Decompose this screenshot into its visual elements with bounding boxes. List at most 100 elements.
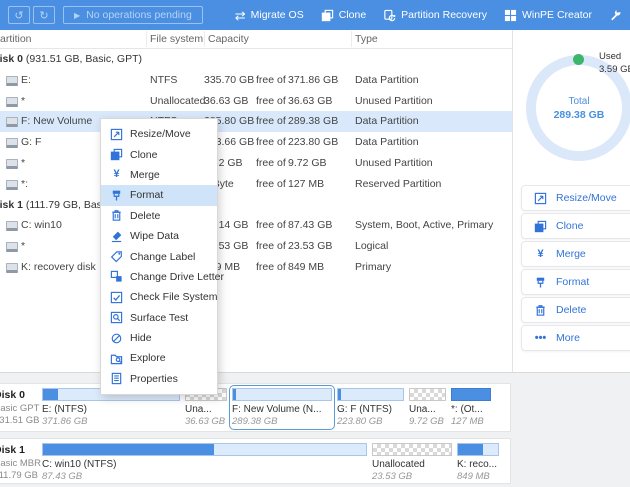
- disk-group-header[interactable]: Disk 0 (931.51 GB, Basic, GPT): [0, 49, 512, 70]
- menu-item-format[interactable]: Format: [101, 185, 217, 206]
- panel-button-merge[interactable]: ¥ Merge: [521, 241, 630, 267]
- capacity-total: 849 MB: [288, 260, 325, 273]
- panel-button-more[interactable]: ••• More: [521, 325, 630, 351]
- merge-icon: ¥: [537, 247, 544, 260]
- menu-item-label: Format: [130, 189, 164, 202]
- winpe-creator-label: WinPE Creator: [521, 9, 592, 21]
- context-menu: Resize/Move Clone ¥ Merge Format Delete Wipe D…: [100, 118, 224, 396]
- undo-button[interactable]: ↺: [8, 6, 30, 24]
- panel-button-format[interactable]: Format: [521, 269, 630, 295]
- menu-item-hide[interactable]: Hide: [101, 328, 217, 348]
- partition-bar: [457, 443, 499, 456]
- panel-button-label: Clone: [556, 220, 584, 232]
- partition-file-system: Unallocated: [150, 94, 206, 107]
- disk-map-partition[interactable]: G: F (NTFS) 223.80 GB: [337, 388, 404, 427]
- disk-map-partition[interactable]: Una... 9.72 GB: [409, 388, 446, 427]
- partition-bar: [409, 388, 446, 401]
- partition-map-label: Una...: [185, 404, 212, 415]
- panel-button-delete[interactable]: Delete: [521, 297, 630, 323]
- capacity-total: 36.63 GB: [288, 94, 333, 107]
- capacity-total: 371.86 GB: [288, 73, 339, 86]
- winpe-creator-icon: [504, 9, 517, 22]
- menu-item-label: Change Drive Letter: [130, 270, 224, 283]
- disk-group-label: Disk 0 (931.51 GB, Basic, GPT): [0, 53, 142, 65]
- capacity-free-of: free of: [256, 94, 286, 107]
- surface-test-icon: [110, 311, 123, 324]
- disk0-bus: Basic GPT: [0, 402, 40, 414]
- menu-item-change-drive-letter[interactable]: Change Drive Letter: [101, 267, 224, 287]
- disk1-size: 111.79 GB: [0, 469, 39, 481]
- partition-recovery-label: Partition Recovery: [401, 9, 487, 21]
- partition-table: Partition File system Capacity Type Disk…: [0, 30, 512, 372]
- capacity-free: 335.70 GB: [204, 73, 255, 86]
- partition-recovery-button[interactable]: Partition Recovery: [383, 9, 487, 22]
- menu-item-properties[interactable]: Properties: [101, 369, 217, 389]
- disk-map-partition[interactable]: *: (Ot... 127 MB: [451, 388, 491, 427]
- menu-item-delete[interactable]: Delete: [101, 206, 217, 226]
- menu-item-surface-test[interactable]: Surface Test: [101, 308, 217, 328]
- menu-item-merge[interactable]: ¥ Merge: [101, 165, 217, 185]
- partition-bar: [451, 388, 491, 401]
- partition-name: *: [21, 94, 26, 107]
- panel-button-resize-move[interactable]: Resize/Move: [521, 185, 630, 211]
- disk-map-partition[interactable]: F: New Volume (N... 289.38 GB: [229, 385, 335, 430]
- capacity-free-of: free of: [256, 73, 286, 86]
- partition-type: System, Boot, Active, Primary: [355, 219, 494, 232]
- drive-icon: [6, 179, 18, 190]
- partition-row[interactable]: *:Other0 Bytefree of127 MBReserved Parti…: [0, 174, 512, 195]
- migrate-os-button[interactable]: ⇄ Migrate OS: [235, 9, 304, 22]
- menu-item-wipe-data[interactable]: Wipe Data: [101, 226, 217, 246]
- disk-map-partition[interactable]: C: win10 (NTFS) 87.43 GB: [42, 443, 367, 482]
- partition-row[interactable]: *Unallocated9.72 GBfree of9.72 GBUnused …: [0, 153, 512, 174]
- format-icon: [534, 276, 547, 289]
- migrate-os-icon: ⇄: [234, 7, 246, 23]
- panel-button-label: Format: [556, 276, 590, 288]
- partition-recovery-icon: [383, 9, 396, 22]
- disk0-card: Disk 0 Basic GPT 931.51 GB E: (NTFS)371.…: [0, 383, 511, 432]
- menu-item-resize-move[interactable]: Resize/Move: [101, 124, 217, 144]
- pending-operations-button[interactable]: ▶ No operations pending: [63, 6, 203, 24]
- clone-label: Clone: [338, 9, 367, 21]
- menu-item-check-file-system[interactable]: Check File System: [101, 287, 218, 307]
- panel-button-clone[interactable]: Clone: [521, 213, 630, 239]
- redo-button[interactable]: ↻: [33, 6, 55, 24]
- partition-row[interactable]: C: win10NTFS40.14 GBfree of87.43 GBSyste…: [0, 215, 512, 236]
- migrate-os-label: Migrate OS: [250, 9, 304, 21]
- partition-type: Data Partition: [355, 73, 419, 86]
- drive-icon: [6, 262, 18, 273]
- drive-icon: [6, 221, 18, 232]
- capacity-free-of: free of: [256, 115, 286, 128]
- menu-item-label: Properties: [130, 372, 178, 385]
- drive-icon: [6, 158, 18, 169]
- partition-row[interactable]: K: recovery diskNTFS429 MBfree of849 MBP…: [0, 257, 512, 278]
- disk-map-partition[interactable]: K: reco... 849 MB: [457, 443, 499, 482]
- partition-row[interactable]: E: NTFS 335.70 GB free of 371.86 GB Data Part…: [0, 70, 512, 91]
- menu-item-label: Clone: [130, 148, 158, 161]
- menu-item-explore[interactable]: Explore: [101, 348, 217, 368]
- panel-action-buttons: Resize/Move Clone ¥ Merge Format Delete ••• Mor…: [521, 185, 630, 353]
- partition-map-label: Unallocated: [372, 459, 425, 470]
- menu-item-change-label[interactable]: Change Label: [101, 246, 217, 266]
- disk-group-header[interactable]: Disk 1 (111.79 GB, Basic, MBR): [0, 195, 512, 216]
- partition-row[interactable]: *Unallocated23.53 GBfree of23.53 GBLogic…: [0, 236, 512, 257]
- partition-used-fill: [458, 444, 483, 455]
- partition-map-label: *: (Ot...: [451, 404, 483, 415]
- partition-row[interactable]: * Unallocated 36.63 GB free of 36.63 GB Unuse…: [0, 91, 512, 112]
- clone-icon: [321, 9, 334, 22]
- right-panel: Total 289.38 GB Used 3.59 GB Resize/Move…: [512, 30, 630, 372]
- menu-item-clone[interactable]: Clone: [101, 144, 217, 164]
- partition-row[interactable]: F: New VolumeNTFS285.80 GBfree of289.38 …: [0, 111, 512, 133]
- disk1-partitions: C: win10 (NTFS) 87.43 GB Unallocated 23.53 …: [42, 443, 499, 482]
- column-file-system: File system: [150, 33, 204, 45]
- clone-button[interactable]: Clone: [321, 9, 366, 22]
- partition-row[interactable]: G: FNTFS213.66 GBfree of223.80 GBData Pa…: [0, 132, 512, 153]
- partition-map-label: F: New Volume (N...: [232, 404, 322, 415]
- clone-icon: [534, 220, 547, 233]
- panel-button-label: Delete: [556, 304, 587, 316]
- column-divider: [204, 31, 205, 47]
- winpe-creator-button[interactable]: WinPE Creator: [504, 9, 592, 22]
- tools-button[interactable]: [609, 9, 622, 22]
- capacity-total: 23.53 GB: [288, 240, 333, 253]
- play-icon: ▶: [74, 10, 81, 20]
- disk-map-partition[interactable]: Unallocated 23.53 GB: [372, 443, 452, 482]
